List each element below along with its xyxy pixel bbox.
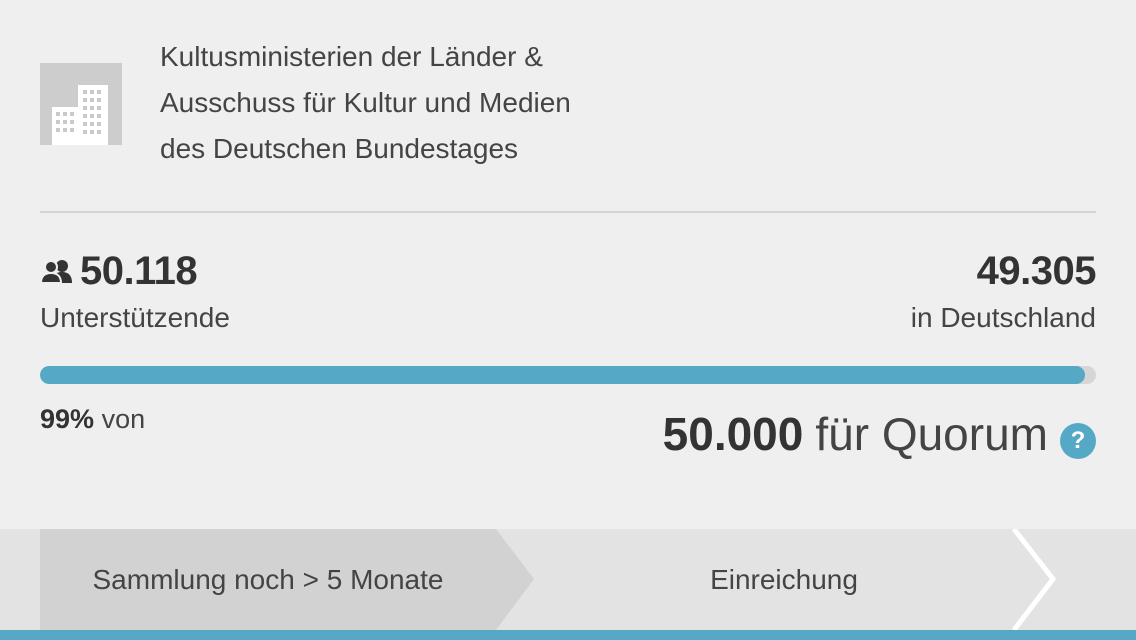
progress-fill	[40, 366, 1086, 384]
office-buildings-icon	[40, 63, 122, 145]
of-label: von	[101, 404, 146, 434]
quorum-text: 50.000 für Quorum ?	[663, 404, 1096, 464]
germany-label: in Deutschland	[910, 302, 1096, 333]
percent-text: 99% von	[40, 404, 145, 435]
quorum-number: 50.000	[662, 408, 804, 460]
germany-count: 49.305	[976, 249, 1097, 293]
recipient-line: des Deutschen Bundestages	[160, 133, 519, 164]
progress-bar	[40, 366, 1096, 384]
divider	[40, 211, 1096, 213]
recipient-line: Ausschuss für Kultur und Medien	[160, 87, 571, 118]
step-submission[interactable]: Einreichung	[534, 529, 1034, 630]
supporters-count: 50.118	[40, 246, 198, 296]
step-collection[interactable]: Sammlung noch > 5 Monate	[40, 529, 496, 630]
recipient-line: Kultusministerien der Länder &	[160, 41, 543, 72]
bottom-accent-strip	[0, 630, 1136, 640]
supporters-label: Unterstützende	[40, 302, 230, 333]
petition-steps: Sammlung noch > 5 Monate Einreichung	[0, 529, 1136, 630]
quorum-label: für Quorum	[815, 408, 1048, 460]
help-icon[interactable]: ?	[1060, 423, 1096, 459]
people-icon	[40, 260, 72, 284]
percent-value: 99%	[40, 404, 95, 434]
petition-recipient: Kultusministerien der Länder & Ausschuss…	[160, 34, 860, 172]
supporters-number: 50.118	[80, 248, 198, 293]
